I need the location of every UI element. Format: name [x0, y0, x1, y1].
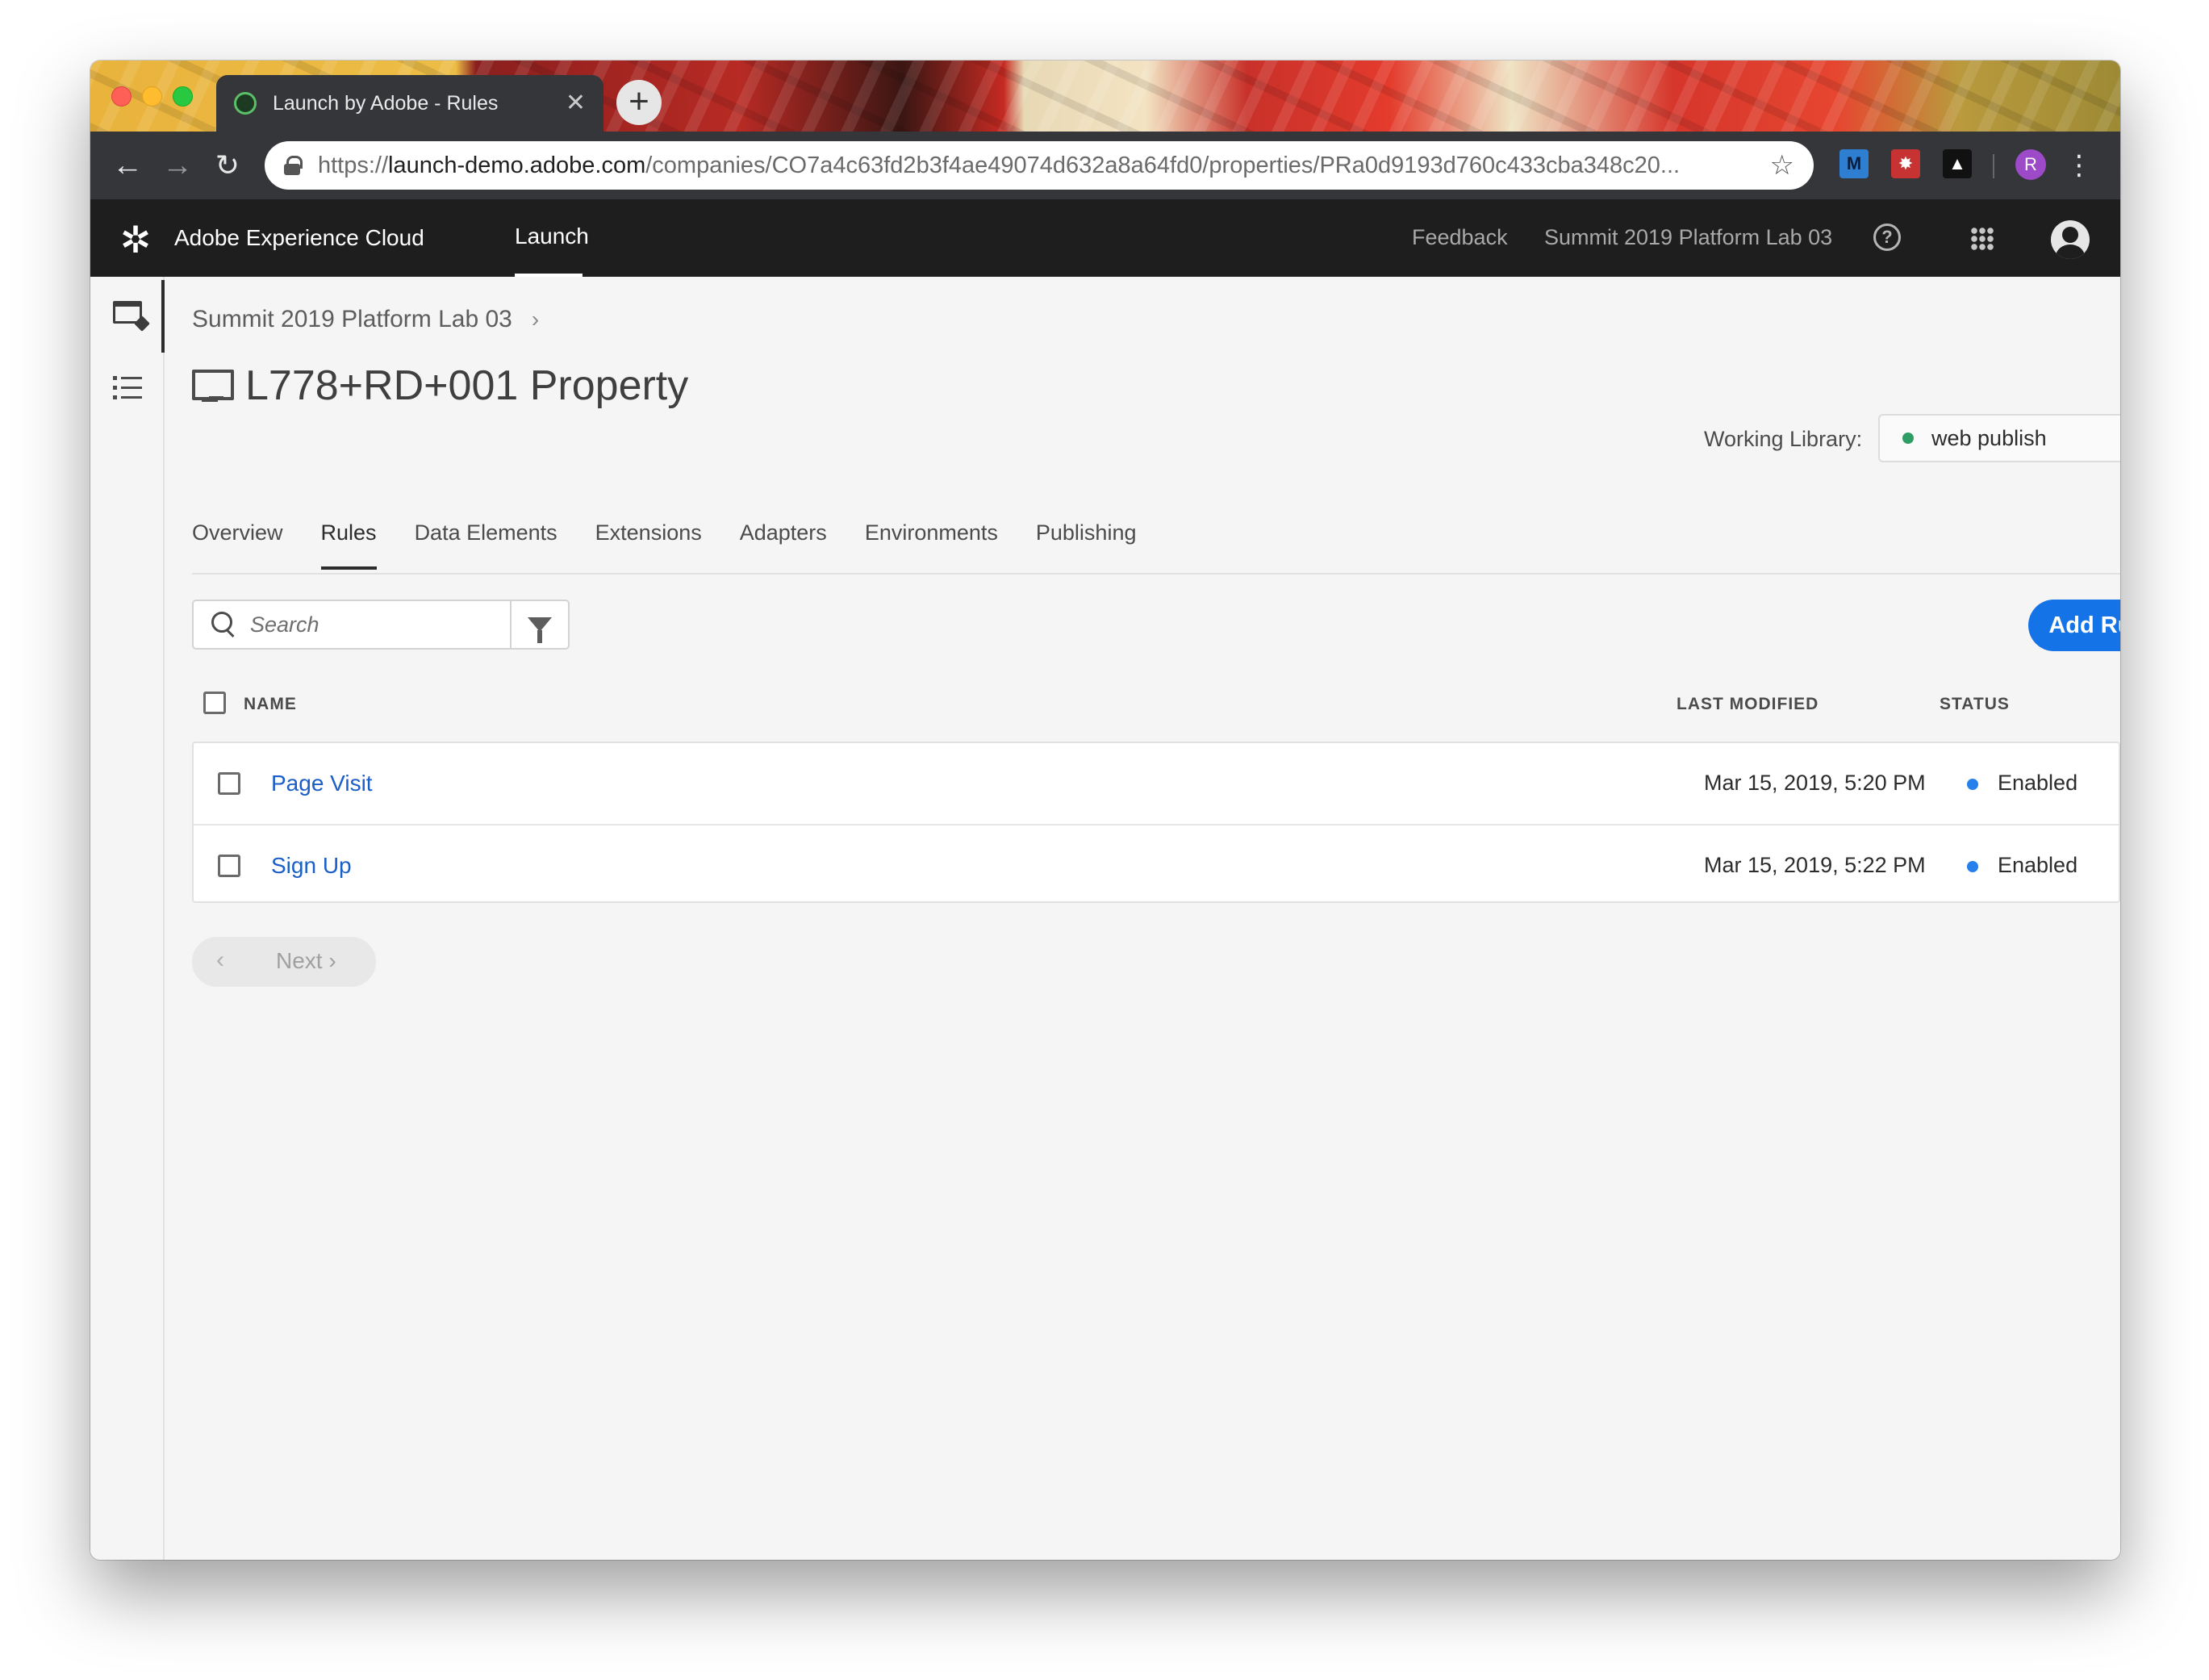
- feedback-link[interactable]: Feedback: [1412, 225, 1508, 250]
- lock-icon[interactable]: [284, 156, 303, 175]
- forward-arrow-icon[interactable]: →: [155, 143, 200, 188]
- search-icon: [211, 612, 237, 637]
- row-checkbox[interactable]: [218, 772, 240, 795]
- breadcrumb-company[interactable]: Summit 2019 Platform Lab 03: [192, 306, 512, 332]
- rule-status: Enabled: [1998, 853, 2078, 877]
- new-tab-button[interactable]: +: [616, 80, 662, 125]
- browser-toolbar: ← → ↻ https://launch-demo.adobe.com/comp…: [90, 132, 2120, 199]
- browser-tab-active[interactable]: Launch by Adobe - Rules ✕: [216, 75, 603, 132]
- tab-rules[interactable]: Rules: [320, 520, 377, 570]
- column-header-name[interactable]: NAME: [244, 695, 297, 714]
- rules-table: Page Visit Mar 15, 2019, 5:20 PM Enabled…: [192, 742, 2120, 903]
- app-header: ✲ Adobe Experience Cloud Launch Feedback…: [90, 199, 2120, 277]
- browser-window: Launch by Adobe - Rules ✕ + ← → ↻ https:…: [90, 61, 2120, 1560]
- working-library-select[interactable]: web publish: [1878, 414, 2120, 462]
- status-dot: [1967, 779, 1978, 790]
- tab-extensions[interactable]: Extensions: [595, 520, 702, 570]
- rule-last-modified: Mar 15, 2019, 5:20 PM: [1704, 771, 1926, 795]
- pagination: ‹ Next ›: [192, 937, 376, 987]
- rail-active-indicator: [161, 280, 165, 353]
- library-status-dot: [1902, 433, 1914, 444]
- experience-cloud-logo-icon[interactable]: ✲: [115, 219, 157, 261]
- tab-strip: Launch by Adobe - Rules ✕ +: [90, 61, 2120, 132]
- rule-name-link[interactable]: Sign Up: [271, 853, 352, 879]
- working-library-value: web publish: [1931, 425, 2047, 450]
- working-library-label: Working Library:: [1704, 427, 1863, 451]
- app-grid-icon[interactable]: [1970, 227, 1994, 251]
- tab-environments[interactable]: Environments: [865, 520, 998, 570]
- breadcrumb[interactable]: Summit 2019 Platform Lab 03 ›: [192, 306, 539, 333]
- main-content: Summit 2019 Platform Lab 03 › L778+RD+001…: [166, 277, 2120, 1560]
- extension-adobe-debugger-icon[interactable]: ✸: [1891, 149, 1920, 178]
- brand-name[interactable]: Adobe Experience Cloud: [174, 225, 424, 251]
- rule-name-link[interactable]: Page Visit: [271, 771, 373, 796]
- reload-icon[interactable]: ↻: [205, 143, 250, 188]
- browser-menu-icon[interactable]: ⋮: [2065, 143, 2093, 188]
- rule-last-modified: Mar 15, 2019, 5:22 PM: [1704, 853, 1926, 877]
- previous-page-button[interactable]: ‹: [216, 947, 224, 974]
- page-header: L778+RD+001 Property: [192, 357, 688, 414]
- launch-favicon-icon: [234, 92, 257, 115]
- product-tab-launch[interactable]: Launch: [515, 224, 589, 249]
- monitor-icon: [192, 368, 234, 403]
- search-field[interactable]: [192, 600, 570, 650]
- profile-avatar[interactable]: R: [2015, 149, 2046, 180]
- close-window-button[interactable]: [111, 86, 132, 107]
- extension-m-icon[interactable]: M: [1839, 149, 1869, 178]
- page-title: L778+RD+001 Property: [245, 362, 689, 409]
- tab-close-icon[interactable]: ✕: [566, 91, 586, 115]
- column-header-status[interactable]: STATUS: [1940, 695, 2010, 714]
- next-page-button[interactable]: Next ›: [276, 948, 336, 974]
- url-host: launch-demo.adobe.com: [388, 152, 646, 178]
- left-rail: [90, 277, 165, 1560]
- back-arrow-icon[interactable]: ←: [105, 143, 150, 188]
- table-row: Page Visit Mar 15, 2019, 5:20 PM Enabled: [194, 743, 2119, 824]
- rule-status: Enabled: [1998, 771, 2078, 795]
- tabs-divider: [192, 573, 2120, 575]
- tab-data-elements[interactable]: Data Elements: [415, 520, 557, 570]
- properties-icon[interactable]: [113, 301, 142, 324]
- filter-icon: [528, 617, 552, 643]
- url-scheme: https://: [318, 152, 389, 178]
- address-bar[interactable]: https://launch-demo.adobe.com/companies/…: [265, 141, 1814, 190]
- url-path: /companies/CO7a4c63fd2b3f4ae49074d632a8a…: [645, 152, 1681, 178]
- property-tabs: Overview Rules Data Elements Extensions …: [192, 520, 1174, 570]
- list-icon[interactable]: [113, 375, 142, 399]
- add-rule-button[interactable]: Add Rule: [2028, 600, 2120, 651]
- minimize-window-button[interactable]: [142, 86, 162, 107]
- org-switcher[interactable]: Summit 2019 Platform Lab 03: [1544, 225, 1832, 250]
- toolbar-divider: [1993, 154, 1994, 178]
- extension-color-icon[interactable]: ▲: [1943, 149, 1972, 178]
- table-row: Sign Up Mar 15, 2019, 5:22 PM Enabled: [194, 824, 2119, 905]
- tab-title: Launch by Adobe - Rules: [273, 91, 499, 115]
- bookmark-star-icon[interactable]: ☆: [1770, 149, 1794, 182]
- tab-publishing[interactable]: Publishing: [1036, 520, 1137, 570]
- url-text[interactable]: https://launch-demo.adobe.com/companies/…: [318, 153, 1757, 179]
- chevron-right-icon: ›: [531, 307, 540, 332]
- tab-overview[interactable]: Overview: [192, 520, 283, 570]
- search-input[interactable]: [250, 612, 492, 637]
- row-checkbox[interactable]: [218, 855, 240, 877]
- tab-adapters[interactable]: Adapters: [740, 520, 827, 570]
- help-icon[interactable]: ?: [1873, 224, 1901, 251]
- user-avatar-icon[interactable]: [2051, 220, 2090, 259]
- select-all-checkbox[interactable]: [203, 692, 226, 714]
- filter-button[interactable]: [510, 601, 568, 648]
- maximize-window-button[interactable]: [173, 86, 193, 107]
- column-header-last-modified[interactable]: LAST MODIFIED: [1677, 695, 1819, 714]
- status-dot: [1967, 861, 1978, 872]
